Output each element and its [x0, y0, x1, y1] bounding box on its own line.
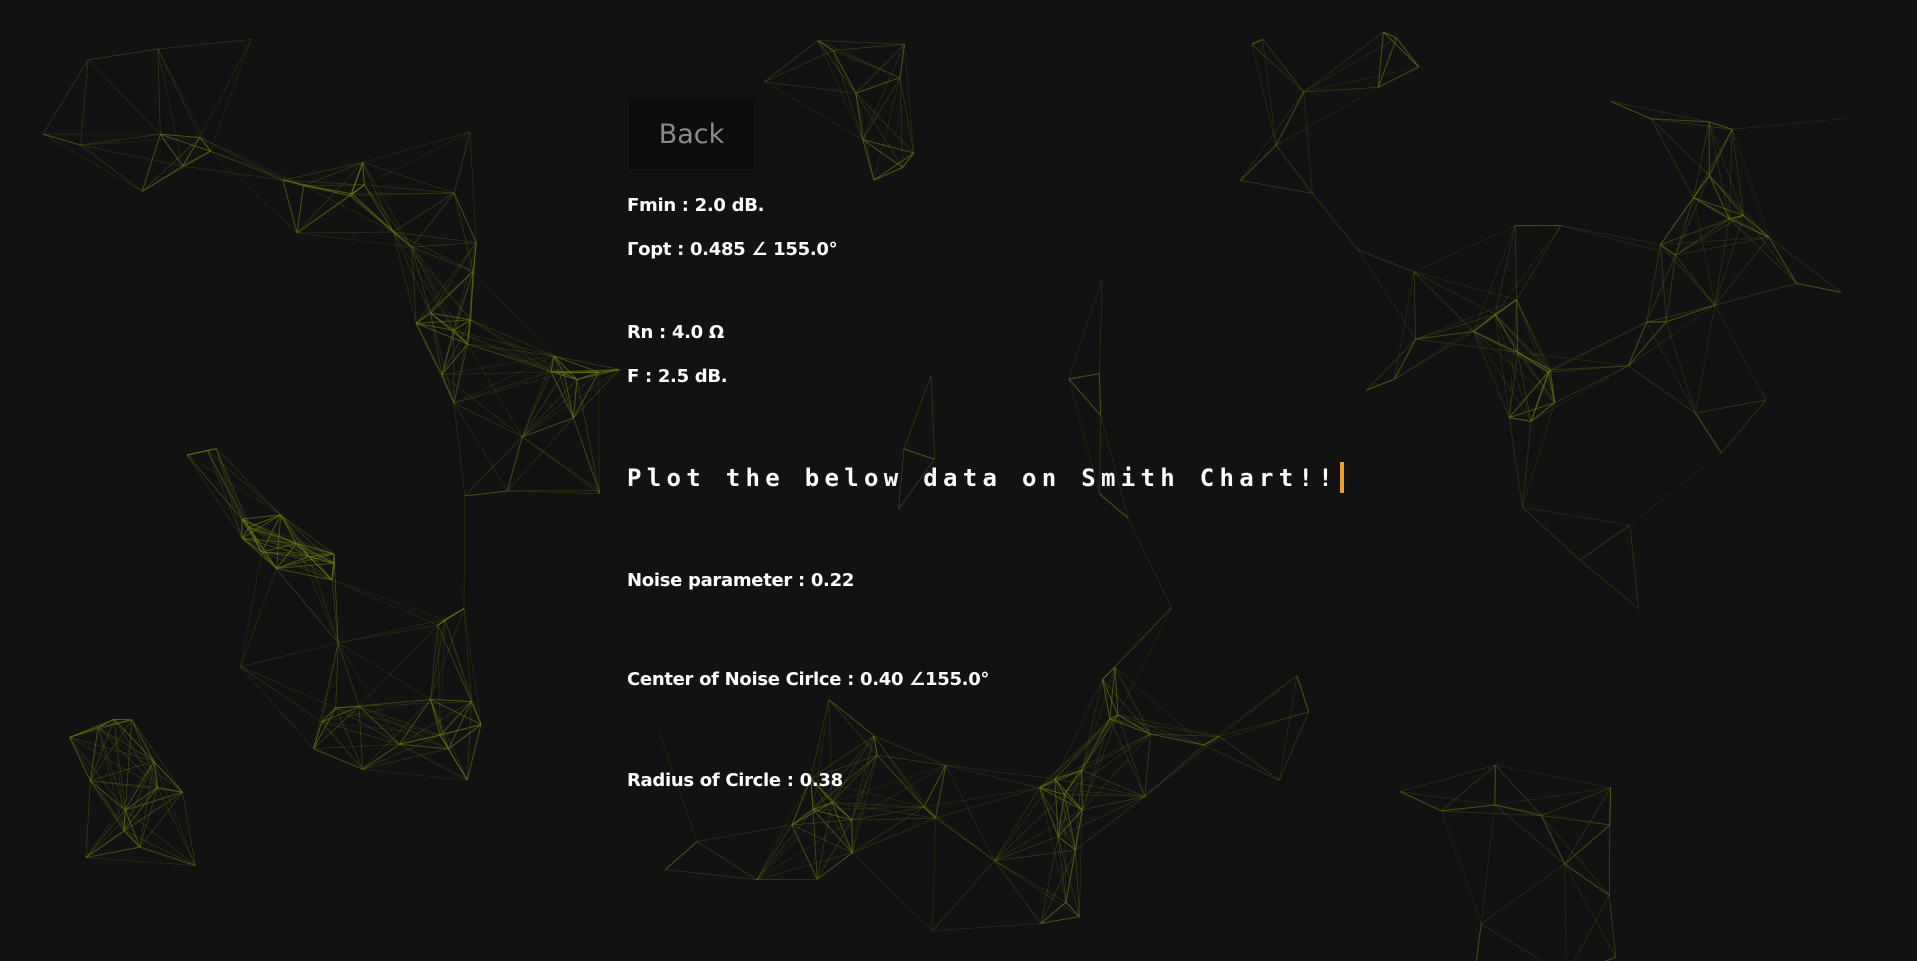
back-button[interactable]: Back: [629, 99, 754, 169]
prompt-text: Plot the below data on Smith Chart!!: [627, 463, 1338, 492]
typing-caret: [1339, 462, 1344, 493]
noise-parameter-label: Noise parameter : 0.22: [627, 570, 855, 591]
gamma-opt-label: Γopt : 0.485 ∠ 155.0°: [627, 239, 838, 260]
noise-circle-center-label: Center of Noise Cirlce : 0.40 ∠155.0°: [627, 669, 990, 690]
page-content: Back Fmin : 2.0 dB. Γopt : 0.485 ∠ 155.0…: [0, 0, 1917, 961]
rn-label: Rn : 4.0 Ω: [627, 322, 724, 343]
smith-chart-prompt: Plot the below data on Smith Chart!!: [627, 462, 1344, 493]
fmin-label: Fmin : 2.0 dB.: [627, 195, 765, 216]
f-label: F : 2.5 dB.: [627, 366, 728, 387]
circle-radius-label: Radius of Circle : 0.38: [627, 770, 843, 791]
